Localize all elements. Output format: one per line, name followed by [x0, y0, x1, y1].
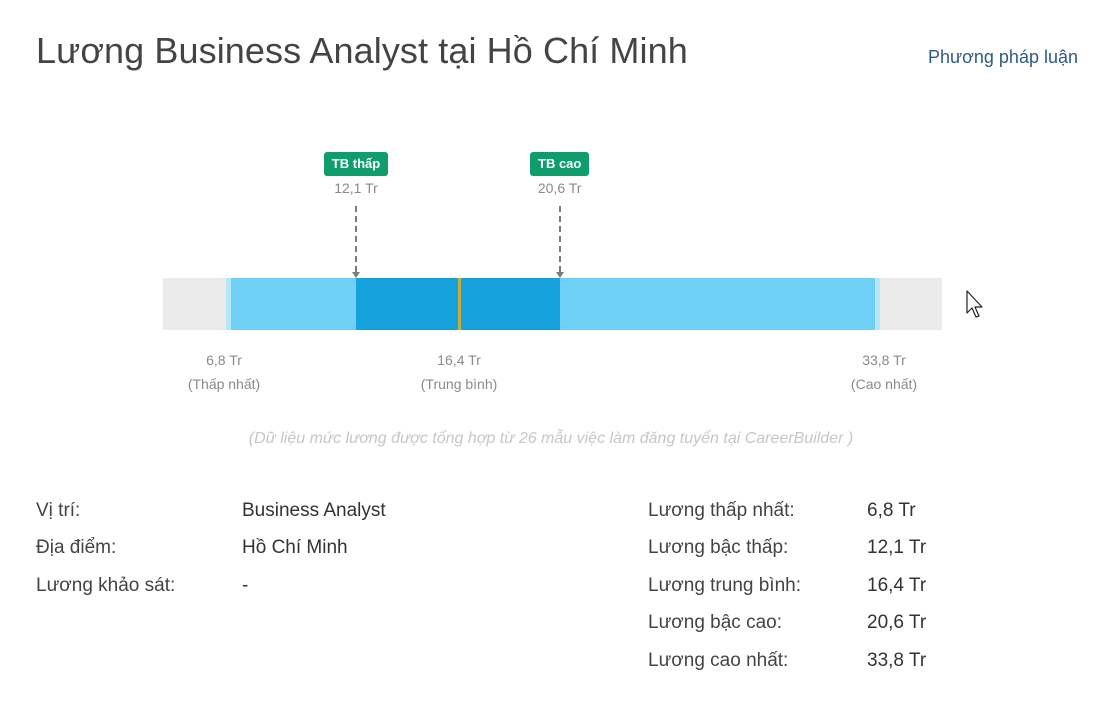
detail-value: 12,1 Tr [867, 537, 927, 558]
detail-value: 16,4 Tr [867, 575, 927, 596]
detail-label: Địa điểm: [36, 537, 117, 558]
scale-label-median: 16,4 Tr (Trung bình) [379, 348, 539, 396]
detail-value: Business Analyst [242, 500, 386, 521]
scale-label-min: 6,8 Tr (Thấp nhất) [144, 348, 304, 396]
bar-range-left-edge [226, 278, 231, 330]
salary-range-chart: TB thấp 12,1 Tr TB cao 20,6 Tr 6,8 Tr (T… [0, 0, 1102, 480]
marker-high-avg-badge: TB cao [530, 152, 590, 176]
scale-min-value: 6,8 Tr [206, 352, 242, 368]
detail-value: - [242, 575, 249, 596]
marker-low-avg-badge: TB thấp [323, 152, 389, 176]
marker-low-avg-line [355, 206, 357, 272]
detail-label: Lương trung bình: [648, 575, 802, 596]
marker-high-avg: TB cao 20,6 Tr [500, 152, 620, 196]
marker-low-avg-arrow [352, 272, 360, 278]
detail-label: Lương thấp nhất: [648, 500, 795, 521]
scale-max-caption: (Cao nhất) [850, 376, 918, 392]
detail-label: Lương khảo sát: [36, 575, 176, 596]
detail-label: Vị trí: [36, 500, 81, 521]
marker-high-avg-value: 20,6 Tr [537, 180, 582, 196]
scale-min-caption: (Thấp nhất) [187, 376, 261, 392]
detail-value: 20,6 Tr [867, 612, 927, 633]
scale-median-value: 16,4 Tr [437, 352, 481, 368]
scale-median-caption: (Trung bình) [420, 376, 498, 392]
scale-label-max: 33,8 Tr (Cao nhất) [804, 348, 964, 396]
bar-range-right-edge [875, 278, 880, 330]
scale-max-value: 33,8 Tr [862, 352, 906, 368]
detail-value: Hồ Chí Minh [242, 537, 348, 558]
marker-high-avg-arrow [555, 272, 564, 278]
marker-high-avg-line [558, 206, 561, 272]
detail-label: Lương cao nhất: [648, 650, 789, 671]
detail-value: 33,8 Tr [867, 650, 927, 671]
detail-label: Lương bậc cao: [648, 612, 782, 633]
median-line [458, 278, 462, 330]
marker-low-avg: TB thấp 12,1 Tr [296, 152, 416, 196]
data-source-note: (Dữ liệu mức lương được tổng hợp từ 26 m… [248, 430, 854, 447]
marker-low-avg-value: 12,1 Tr [334, 180, 378, 196]
detail-label: Lương bậc thấp: [648, 537, 789, 558]
detail-value: 6,8 Tr [867, 500, 916, 521]
mouse-cursor-icon [966, 290, 983, 318]
